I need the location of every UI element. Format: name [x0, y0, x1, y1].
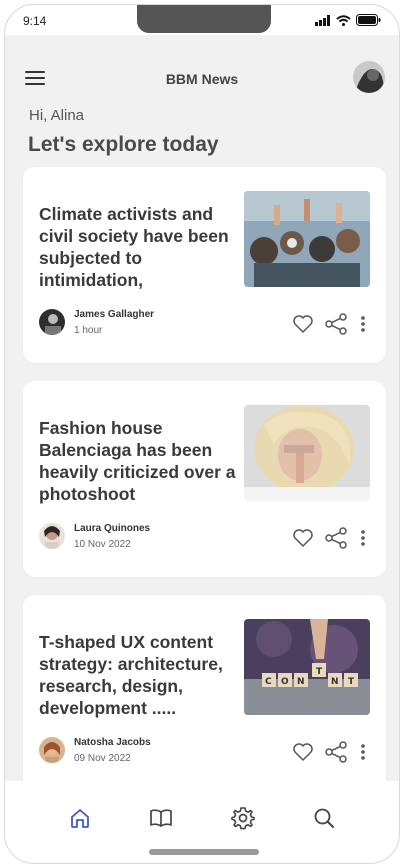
battery-icon [356, 14, 381, 26]
app-header: BBM News [5, 61, 399, 101]
more-vertical-icon[interactable] [358, 529, 368, 547]
heart-icon[interactable] [292, 314, 314, 334]
share-icon[interactable] [324, 741, 348, 763]
author-avatar[interactable] [39, 309, 65, 335]
nav-search-icon[interactable] [309, 803, 339, 833]
status-icons [315, 14, 381, 26]
bottom-navigation [5, 781, 399, 863]
nav-book-icon[interactable] [146, 803, 176, 833]
author-avatar[interactable] [39, 523, 65, 549]
page-headline: Let's explore today [28, 133, 219, 156]
svg-text:O: O [281, 677, 289, 687]
svg-text:C: C [265, 677, 272, 687]
more-vertical-icon[interactable] [358, 315, 368, 333]
status-bar: 9:14 [5, 5, 399, 35]
nav-gear-icon[interactable] [228, 803, 258, 833]
article-time: 09 Nov 2022 [74, 753, 131, 764]
article-image[interactable] [244, 405, 370, 501]
article-actions [292, 313, 368, 335]
svg-text:T: T [316, 667, 323, 677]
author-name: Natosha Jacobs [74, 737, 151, 748]
author-name: James Gallagher [74, 309, 155, 320]
share-icon[interactable] [324, 527, 348, 549]
article-image[interactable]: C O N T N T [244, 619, 370, 715]
article-title[interactable]: Climate activists and civil society have… [39, 203, 239, 291]
article-title[interactable]: Fashion house Balenciaga has been heavil… [39, 417, 239, 505]
svg-text:T: T [348, 677, 355, 687]
svg-text:N: N [331, 677, 339, 687]
app-title: BBM News [165, 71, 239, 87]
wifi-icon [336, 14, 351, 26]
signal-icon [315, 14, 330, 26]
article-time: 1 hour [74, 325, 103, 336]
article-card[interactable]: Fashion house Balenciaga has been heavil… [23, 381, 386, 577]
author-name: Laura Quinones [74, 523, 151, 534]
article-actions [292, 527, 368, 549]
nav-home-icon[interactable] [65, 803, 95, 833]
status-time: 9:14 [23, 14, 47, 28]
profile-avatar[interactable] [353, 61, 385, 93]
more-vertical-icon[interactable] [358, 743, 368, 761]
article-image[interactable] [244, 191, 370, 287]
greeting-text: Hi, Alina [29, 107, 85, 124]
article-time: 10 Nov 2022 [74, 539, 131, 550]
device-notch [137, 5, 271, 33]
article-title[interactable]: T-shaped UX content strategy: architectu… [39, 631, 249, 719]
home-indicator [149, 849, 259, 855]
article-actions [292, 741, 368, 763]
heart-icon[interactable] [292, 742, 314, 762]
author-avatar[interactable] [39, 737, 65, 763]
share-icon[interactable] [324, 313, 348, 335]
svg-text:N: N [297, 677, 305, 687]
article-card[interactable]: T-shaped UX content strategy: architectu… [23, 595, 386, 805]
article-card[interactable]: Climate activists and civil society have… [23, 167, 386, 363]
phone-screen: 9:14 BBM News Hi, Alina Let's explore to… [4, 4, 400, 864]
heart-icon[interactable] [292, 528, 314, 548]
